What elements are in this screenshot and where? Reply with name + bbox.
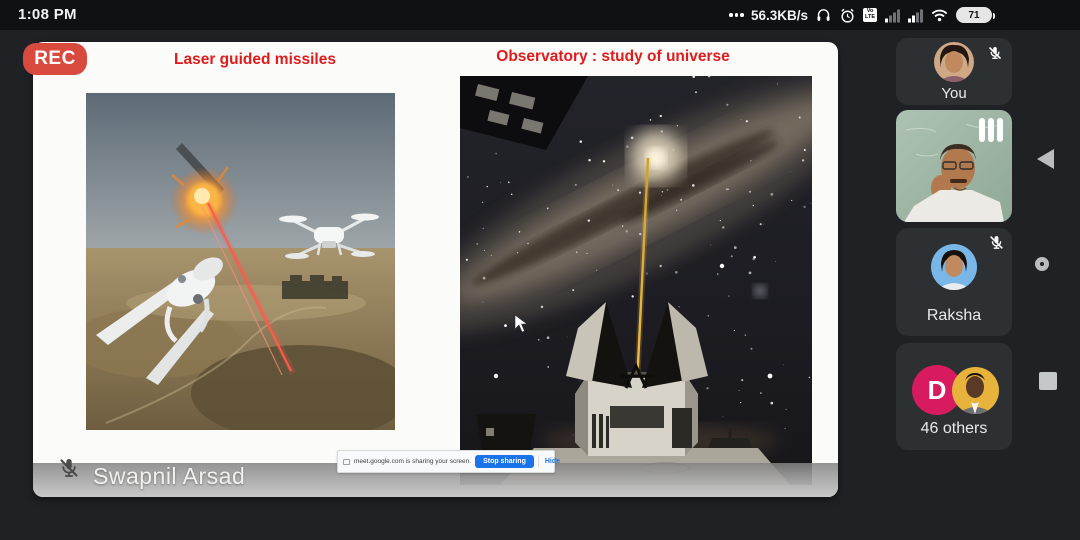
mic-off-icon xyxy=(57,456,81,485)
android-recents-button[interactable] xyxy=(1039,372,1057,390)
cast-icon xyxy=(343,459,350,465)
participant-tile-you[interactable]: You xyxy=(896,38,1012,105)
share-message: meet.google.com is sharing your screen. xyxy=(354,458,471,465)
stop-sharing-button[interactable]: Stop sharing xyxy=(475,455,534,468)
participant-label: 46 others xyxy=(896,420,1012,438)
participant-label: Raksha xyxy=(896,307,1012,325)
laser-missiles-image xyxy=(86,93,395,430)
alarm-icon xyxy=(839,7,856,24)
avatar xyxy=(934,42,974,82)
slide-title-right: Observatory : study of universe xyxy=(448,48,778,66)
shared-screen-tile[interactable]: Laser guided missiles Observatory : stud… xyxy=(33,42,838,497)
recording-badge: REC xyxy=(23,43,87,75)
audio-activity-icon xyxy=(979,118,1003,142)
network-speed: 56.3KB/s xyxy=(751,8,808,23)
clock: 1:08 PM xyxy=(18,6,77,23)
mic-off-icon xyxy=(988,234,1005,256)
volte-icon: VoLTE xyxy=(863,8,877,22)
notification-dots-icon xyxy=(729,13,744,17)
android-home-button[interactable] xyxy=(1035,257,1049,271)
overflow-avatar-photo xyxy=(952,367,999,414)
participant-tile-video[interactable] xyxy=(896,110,1012,222)
signal-sim1-icon xyxy=(884,8,900,23)
participant-label: You xyxy=(896,85,1012,102)
presenter-name: Swapnil Arsad xyxy=(93,463,245,490)
mic-off-icon xyxy=(987,45,1003,66)
avatar xyxy=(931,244,977,290)
meet-call-screen: 1:08 PM 56.3KB/s VoLTE xyxy=(0,0,1080,540)
headset-icon xyxy=(815,7,832,24)
participant-tile-raksha[interactable]: Raksha xyxy=(896,228,1012,336)
android-back-button[interactable] xyxy=(1037,149,1054,169)
screen-share-banner: meet.google.com is sharing your screen. … xyxy=(337,450,555,473)
hide-banner-button[interactable]: Hide xyxy=(538,456,564,467)
status-icons: 56.3KB/s VoLTE xyxy=(729,0,992,30)
status-bar: 1:08 PM 56.3KB/s VoLTE xyxy=(0,0,1080,30)
signal-sim2-icon xyxy=(907,8,923,23)
battery-icon: 71 xyxy=(956,7,992,23)
participant-tile-others[interactable]: D 46 others xyxy=(896,343,1012,450)
slide-title-left: Laser guided missiles xyxy=(95,51,415,69)
observatory-image xyxy=(460,76,812,485)
wifi-icon xyxy=(930,7,949,23)
